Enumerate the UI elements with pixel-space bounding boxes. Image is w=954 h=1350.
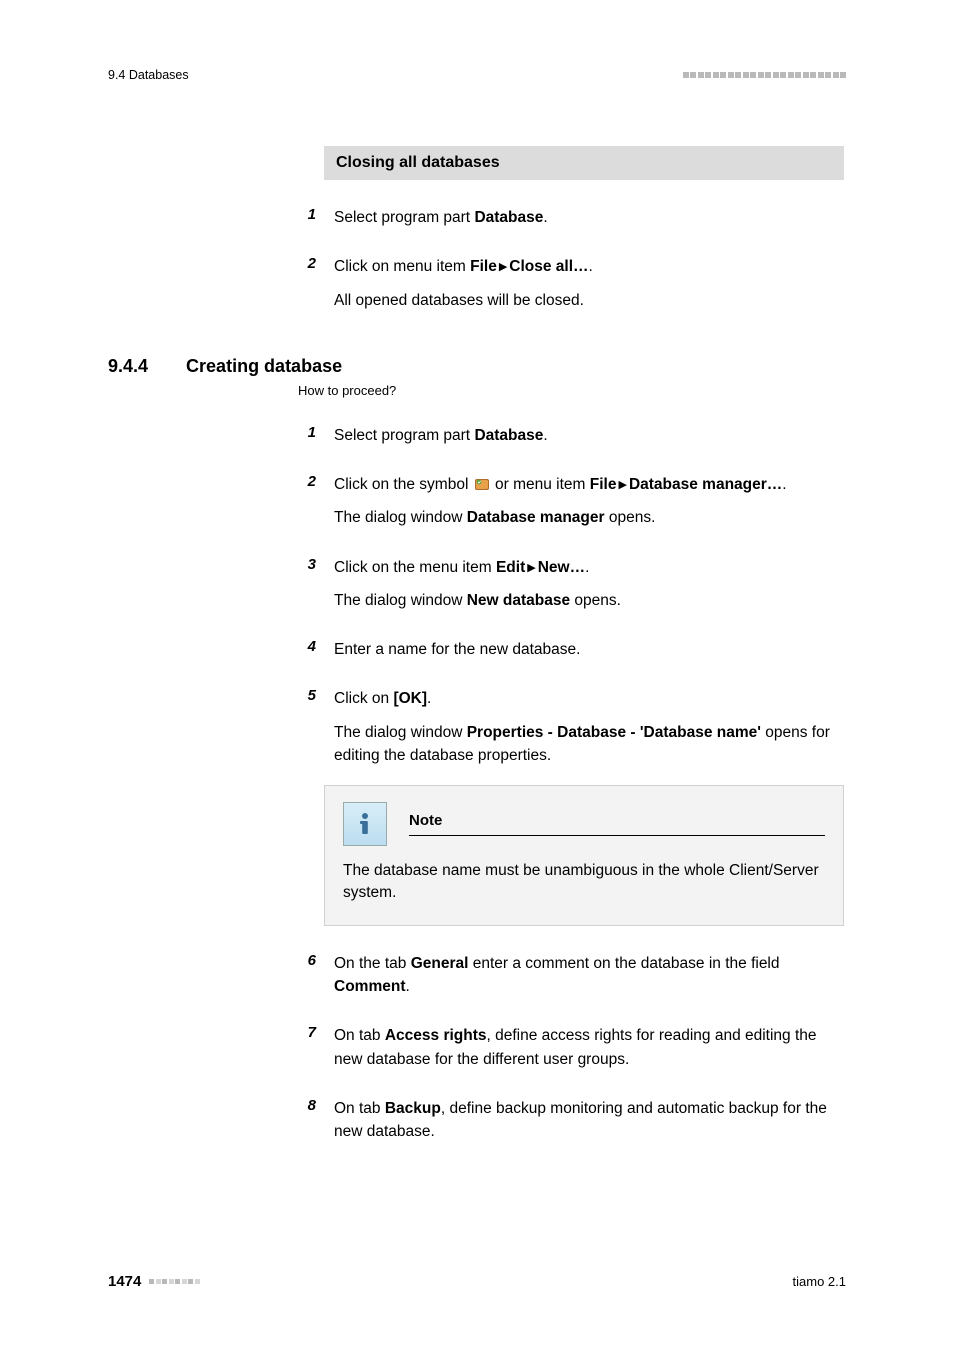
step-number: 4: [298, 638, 320, 660]
page-header: 9.4 Databases: [108, 68, 846, 82]
step-number: 8: [298, 1097, 320, 1119]
header-section-path: 9.4 Databases: [108, 68, 189, 82]
step-body: On tab Backup, define backup monitoring …: [334, 1097, 844, 1144]
step-number: 6: [298, 952, 320, 974]
step-body: Select program part Database.: [334, 206, 844, 229]
main-content: Closing all databases 1 Select program pa…: [108, 146, 846, 1143]
section-number: 9.4.4: [108, 356, 148, 377]
step-body: Click on menu item File▶Close all….All o…: [334, 255, 844, 312]
decorative-dots: [683, 72, 847, 78]
step-row: 6 On the tab General enter a comment on t…: [298, 952, 844, 999]
page-footer: 1474 tiamo 2.1: [108, 1273, 846, 1290]
step-body: Select program part Database.: [334, 424, 844, 447]
section-heading-row: 9.4.4 Creating database: [108, 356, 846, 377]
step-row: 1 Select program part Database.: [298, 206, 844, 229]
step-number: 5: [298, 687, 320, 709]
step-body: Enter a name for the new database.: [334, 638, 844, 661]
menu-arrow-icon: ▶: [497, 261, 509, 273]
step-body: On the tab General enter a comment on th…: [334, 952, 844, 999]
decorative-dots: [149, 1279, 200, 1284]
how-to-proceed-label: How to proceed?: [298, 383, 846, 398]
step-row: 2 Click on menu item File▶Close all….All …: [298, 255, 844, 312]
step-row: 5 Click on [OK].The dialog window Propert…: [298, 687, 844, 767]
note-body: The database name must be unambiguous in…: [343, 860, 825, 905]
note-box: Note The database name must be unambiguou…: [324, 785, 844, 926]
step-row: 8 On tab Backup, define backup monitoring…: [298, 1097, 844, 1144]
note-title: Note: [409, 812, 825, 836]
step-body: Click on the menu item Edit▶New….The dia…: [334, 556, 844, 613]
product-name: tiamo 2.1: [793, 1274, 846, 1289]
closing-databases-heading: Closing all databases: [324, 146, 844, 180]
step-row: 4 Enter a name for the new database.: [298, 638, 844, 661]
step-body: Click on the symbol or menu item File▶Da…: [334, 473, 844, 530]
step-number: 2: [298, 473, 320, 495]
step-number: 2: [298, 255, 320, 277]
step-number: 7: [298, 1024, 320, 1046]
step-row: 1 Select program part Database.: [298, 424, 844, 447]
page-number: 1474: [108, 1273, 141, 1290]
step-row: 7 On tab Access rights, define access rig…: [298, 1024, 844, 1071]
step-number: 1: [298, 206, 320, 228]
step-body: Click on [OK].The dialog window Properti…: [334, 687, 844, 767]
step-body: On tab Access rights, define access righ…: [334, 1024, 844, 1071]
info-icon: [343, 802, 387, 846]
db-manager-icon: [473, 476, 491, 492]
step-number: 1: [298, 424, 320, 446]
section-title: Creating database: [186, 356, 342, 377]
step-row: 2 Click on the symbol or menu item File▶D…: [298, 473, 844, 530]
menu-arrow-icon: ▶: [525, 562, 537, 574]
step-row: 3 Click on the menu item Edit▶New….The di…: [298, 556, 844, 613]
menu-arrow-icon: ▶: [616, 479, 628, 491]
step-number: 3: [298, 556, 320, 578]
